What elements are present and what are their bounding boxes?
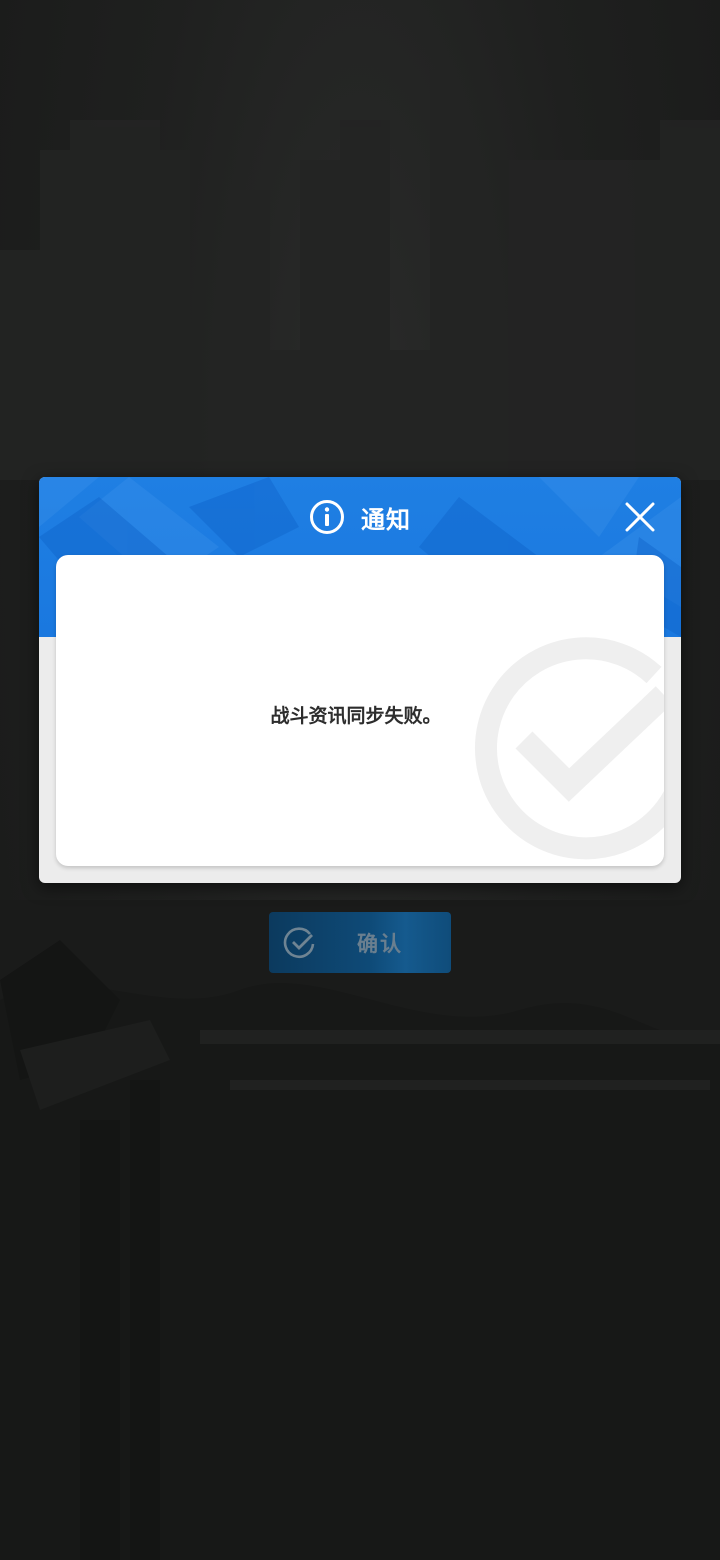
check-circle-icon [283, 927, 315, 959]
dialog-content-card: 战斗资讯同步失败。 [56, 555, 664, 866]
info-icon [310, 500, 344, 534]
title-group: 通知 [39, 497, 681, 537]
dialog-message: 战斗资讯同步失败。 [270, 705, 442, 727]
checkmark-circle-icon [475, 637, 664, 860]
game-screen: 通知 战斗资讯同步失败。 确认 [0, 0, 720, 1560]
close-button[interactable] [622, 499, 658, 535]
confirm-label: 确认 [357, 932, 403, 956]
dialog-title: 通知 [361, 505, 411, 534]
confirm-button[interactable]: 确认 [269, 912, 451, 973]
close-icon [625, 502, 655, 532]
notification-dialog: 通知 战斗资讯同步失败。 [39, 477, 681, 883]
